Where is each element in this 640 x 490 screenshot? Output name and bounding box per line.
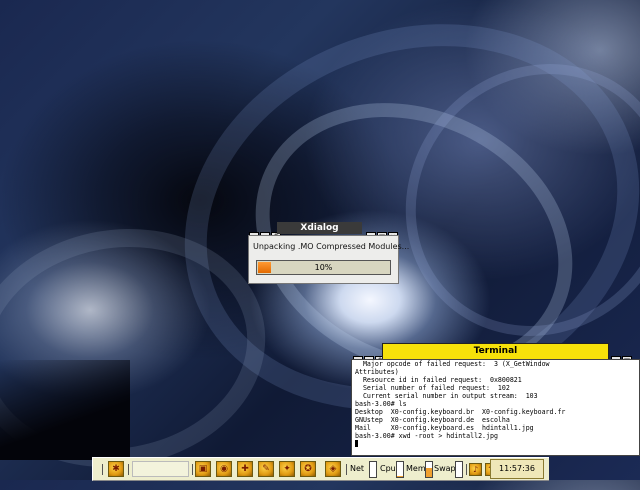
xdialog-body: Unpacking .MO Compressed Modules... 10% bbox=[248, 235, 409, 284]
terminal-line: bash-3.00# ls bbox=[355, 400, 407, 408]
terminal-title: Terminal bbox=[382, 343, 609, 360]
terminal-line: GNUstep X0-config.keyboard.de escolha bbox=[355, 416, 510, 424]
volume-icon[interactable]: ♪ bbox=[469, 463, 482, 476]
terminal-icon[interactable]: ▣ bbox=[195, 461, 211, 477]
taskbar-separator bbox=[102, 464, 103, 475]
progress-bar: 10% bbox=[256, 260, 391, 275]
terminal-line: Major opcode of failed request: 3 (X_Get… bbox=[355, 360, 550, 368]
terminal-output[interactable]: Major opcode of failed request: 3 (X_Get… bbox=[351, 359, 640, 456]
taskbar-window-list[interactable] bbox=[132, 461, 189, 477]
terminal-line: Attributes) bbox=[355, 368, 399, 376]
clock[interactable]: 11:57:36 bbox=[490, 459, 544, 479]
progress-text: 10% bbox=[314, 263, 333, 272]
net-label: Net bbox=[350, 464, 365, 473]
net-meter bbox=[369, 461, 377, 478]
start-menu-icon[interactable]: ✱ bbox=[108, 461, 124, 477]
terminal-cursor bbox=[355, 440, 358, 447]
taskbar-separator bbox=[466, 464, 467, 475]
xdialog-titlebar[interactable]: •◦^ Xdialog _□× bbox=[248, 222, 399, 242]
xdialog-window: •◦^ Xdialog _□× Unpacking .MO Compressed… bbox=[248, 222, 409, 284]
taskbar-separator bbox=[192, 464, 193, 475]
taskbar-separator bbox=[128, 464, 129, 475]
wallpaper-swirl bbox=[350, 9, 640, 391]
mem-label: Mem bbox=[406, 464, 426, 473]
mem-meter-fill bbox=[426, 468, 432, 477]
terminal-line: bash-3.00# xwd -root > hdintall2.jpg bbox=[355, 432, 498, 440]
cpu-label: Cpu bbox=[380, 464, 396, 473]
editor-icon[interactable]: ✎ bbox=[258, 461, 274, 477]
cpu-meter-fill bbox=[397, 475, 403, 477]
terminal-line: Desktop X0-config.keyboard.br X0-config.… bbox=[355, 408, 566, 416]
browser-icon[interactable]: ◉ bbox=[216, 461, 232, 477]
xdialog-message: Unpacking .MO Compressed Modules... bbox=[253, 242, 410, 251]
terminal-line: Serial number of failed request: 102 bbox=[355, 384, 510, 392]
help-icon[interactable]: ✪ bbox=[300, 461, 316, 477]
mail-icon[interactable]: ◈ bbox=[325, 461, 341, 477]
wallpaper-dark-corner bbox=[0, 360, 130, 460]
xdialog-title: Xdialog bbox=[277, 222, 362, 234]
swap-label: Swap bbox=[434, 464, 456, 473]
terminal-line: Current serial number in output stream: … bbox=[355, 392, 538, 400]
terminal-prompt-line[interactable] bbox=[352, 440, 639, 448]
cpu-meter bbox=[396, 461, 404, 478]
swap-meter bbox=[455, 461, 463, 478]
taskbar: ✱ ▣ ◉ ✚ ✎ ✦ ✪ ◈ Net Cpu Mem Swap ♪ ⇅ bbox=[92, 457, 549, 481]
terminal-line: Mail X0-config.keyboard.es hdintall1.jpg bbox=[355, 424, 534, 432]
terminal-line: Resource id in failed request: 0x800821 bbox=[355, 376, 522, 384]
terminal-titlebar[interactable]: •◦^ Terminal _□× bbox=[351, 343, 640, 385]
settings-icon[interactable]: ✦ bbox=[279, 461, 295, 477]
taskbar-separator bbox=[346, 464, 347, 475]
terminal-window: •◦^ Terminal _□× Major opcode of failed … bbox=[351, 343, 640, 456]
mem-meter bbox=[425, 461, 433, 478]
file-manager-icon[interactable]: ✚ bbox=[237, 461, 253, 477]
